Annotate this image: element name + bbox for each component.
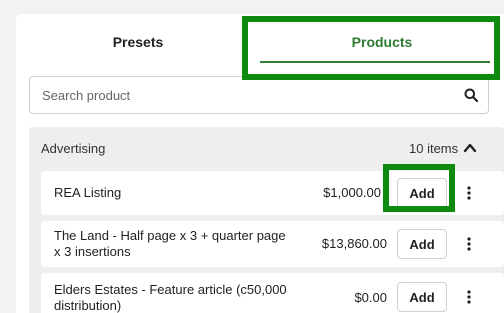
product-row: Elders Estates - Feature article (c50,00…: [41, 273, 504, 313]
group-header[interactable]: Advertising 10 items: [29, 127, 504, 171]
group-title: Advertising: [41, 141, 106, 156]
product-name: REA Listing: [54, 185, 122, 200]
product-picker-panel: Presets Products Advertising 10 items RE…: [16, 14, 504, 313]
add-button[interactable]: Add: [397, 282, 447, 312]
product-price: $0.00: [354, 290, 387, 305]
active-tab-underline: [260, 61, 490, 63]
search-box: [29, 76, 489, 114]
add-button[interactable]: Add: [397, 178, 447, 208]
tab-bar: Presets Products: [16, 14, 504, 70]
product-name: The Land - Half page x 3 + quarter page …: [54, 228, 286, 259]
search-input[interactable]: [42, 77, 442, 113]
product-price: $1,000.00: [323, 185, 381, 200]
product-group-advertising: Advertising 10 items REA Listing $1,000.…: [29, 127, 504, 313]
more-options-icon[interactable]: [464, 186, 474, 200]
group-item-count: 10 items: [409, 141, 459, 156]
product-row: REA Listing $1,000.00 Add: [41, 171, 504, 215]
chevron-up-icon[interactable]: [463, 141, 477, 155]
product-name: Elders Estates - Feature article (c50,00…: [54, 282, 287, 313]
more-options-icon[interactable]: [464, 237, 474, 251]
search-icon[interactable]: [464, 88, 478, 102]
product-price: $13,860.00: [321, 236, 387, 251]
product-row: The Land - Half page x 3 + quarter page …: [41, 221, 504, 267]
tab-presets[interactable]: Presets: [16, 14, 260, 70]
add-button[interactable]: Add: [397, 229, 447, 259]
more-options-icon[interactable]: [464, 290, 474, 304]
